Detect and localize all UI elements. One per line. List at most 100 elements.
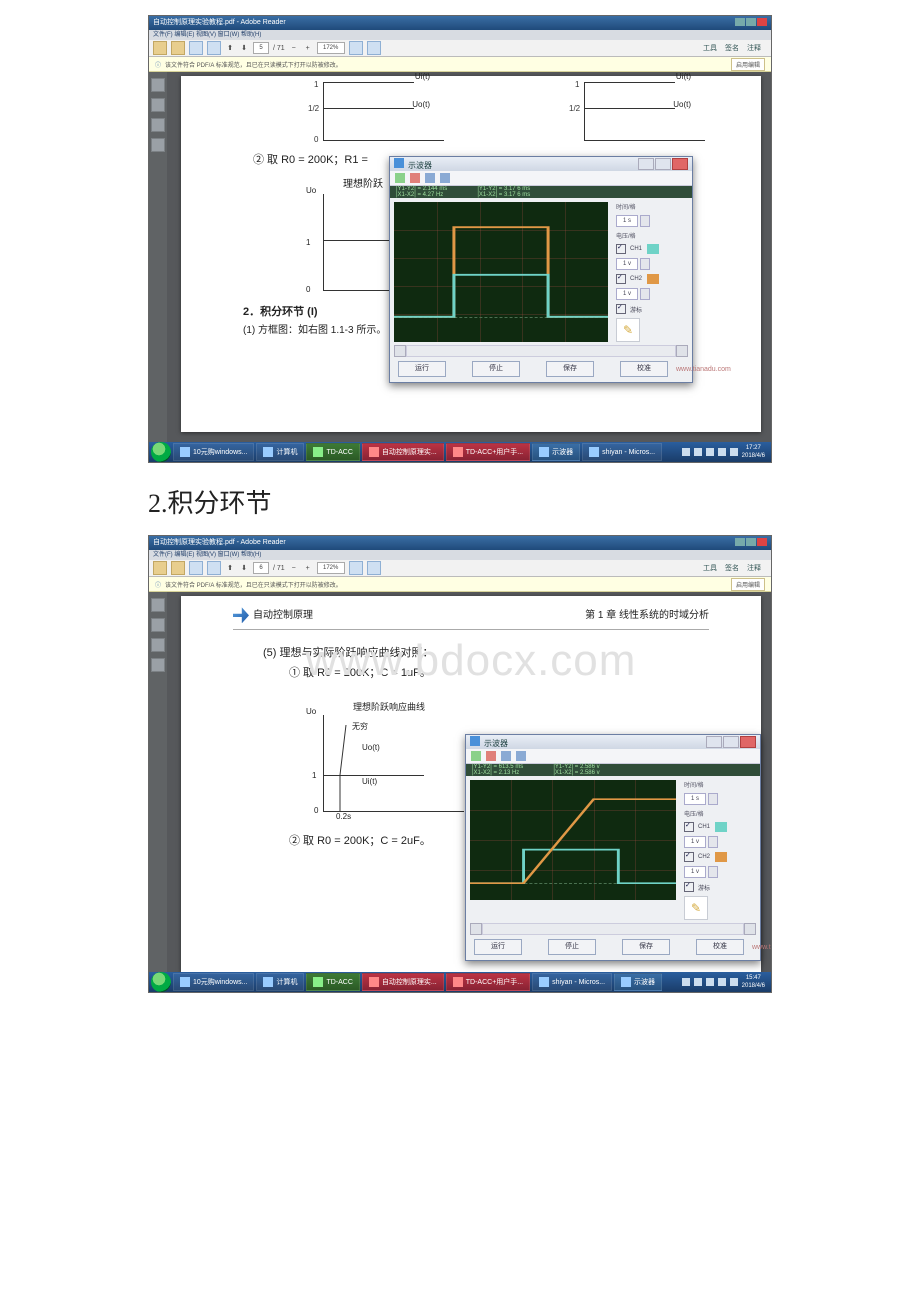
ch1-checkbox[interactable] [616,244,626,254]
scope-maximize-icon[interactable] [723,736,739,748]
cursor-checkbox[interactable] [684,882,694,892]
open-icon[interactable] [153,41,167,55]
scope-plot-area[interactable] [394,202,608,342]
bookmarks-icon[interactable] [151,98,165,112]
scope-h-scrollbar[interactable] [394,346,688,356]
ch2-color-swatch[interactable] [647,274,659,284]
scope-save-icon[interactable] [501,751,511,761]
scope-close-icon[interactable] [672,158,688,170]
close-icon[interactable] [757,18,767,26]
tool-icon-1[interactable] [349,561,363,575]
time-div-stepper[interactable] [708,793,718,805]
page-number-field[interactable]: 5 [253,42,269,54]
scope-run-button[interactable]: 运行 [398,361,446,377]
menu-items[interactable]: 文件(F) 编辑(E) 视图(V) 窗口(W) 帮助(H) [153,552,261,558]
clock[interactable]: 17:27 2018/4/6 [742,444,765,460]
scope-plot-area[interactable] [470,780,676,900]
ch2-checkbox[interactable] [616,274,626,284]
nav-rail[interactable] [149,72,167,442]
scope-titlebar[interactable]: 示波器 [466,735,760,749]
tray-icon[interactable] [694,978,702,986]
bookmarks-icon[interactable] [151,618,165,632]
tab-tools[interactable]: 工具 [703,43,717,53]
tray-icon[interactable] [730,448,738,456]
close-icon[interactable] [757,538,767,546]
email-icon[interactable] [189,41,203,55]
ch2-volt-stepper[interactable] [708,866,718,878]
tab-sign[interactable]: 签名 [725,43,739,53]
export-icon[interactable] [171,561,185,575]
tool-icon-2[interactable] [367,41,381,55]
open-icon[interactable] [153,561,167,575]
oscilloscope-dialog-2[interactable]: 示波器 |Y1-Y2| = 613.5 ms |X1-X2| = 2.13 Hz [465,734,761,961]
menu-bar[interactable]: 文件(F) 编辑(E) 视图(V) 窗口(W) 帮助(H) [149,550,771,560]
taskbar[interactable]: 10元购windows... 计算机 TD-ACC 自动控制原理实... TD-… [149,442,771,462]
reader-toolbar[interactable]: ⬆ ⬇ 6 / 71 − + 172% 工具 签名 注释 [149,560,771,577]
zoom-in-icon[interactable]: + [303,565,313,572]
nav-rail[interactable] [149,592,167,972]
system-tray[interactable]: 17:27 2018/4/6 [682,444,769,460]
maximize-icon[interactable] [746,18,756,26]
scope-save-icon[interactable] [425,173,435,183]
scope-link[interactable]: www.tianadu.com [752,944,771,951]
ch1-volt-value[interactable]: 1 v [616,258,638,270]
ch2-volt-stepper[interactable] [640,288,650,300]
window-titlebar[interactable]: 自动控制原理实验教程.pdf - Adobe Reader [149,536,771,550]
tool-icon-2[interactable] [367,561,381,575]
signatures-icon[interactable] [151,138,165,152]
ch2-volt-value[interactable]: 1 v [616,288,638,300]
ch2-checkbox[interactable] [684,852,694,862]
tool-icon-1[interactable] [349,41,363,55]
oscilloscope-dialog[interactable]: 示波器 |Y1-Y2| = 2.144 ms |X1-X2| = 4.27 Hz [389,156,693,383]
zoom-out-icon[interactable]: − [289,565,299,572]
scope-toolbar[interactable] [390,171,692,186]
scope-save-button[interactable]: 保存 [622,939,670,955]
draw-tool-button[interactable] [616,318,640,342]
cursor-checkbox[interactable] [616,304,626,314]
tab-comment[interactable]: 注释 [747,43,761,53]
start-button[interactable] [151,442,171,462]
scope-cal-button[interactable]: 校准 [620,361,668,377]
system-tray[interactable]: 15:47 2018/4/6 [682,974,769,990]
scope-run-icon[interactable] [471,751,481,761]
window-titlebar[interactable]: 自动控制原理实验教程.pdf - Adobe Reader [149,16,771,30]
tray-icon[interactable] [694,448,702,456]
minimize-icon[interactable] [735,538,745,546]
scope-save-button[interactable]: 保存 [546,361,594,377]
scope-stop-icon[interactable] [410,173,420,183]
scope-minimize-icon[interactable] [706,736,722,748]
thumbnails-icon[interactable] [151,78,165,92]
scope-run-icon[interactable] [395,173,405,183]
ch1-volt-stepper[interactable] [640,258,650,270]
taskbar[interactable]: 10元购windows... 计算机 TD-ACC 自动控制原理实... TD-… [149,972,771,992]
zoom-field[interactable]: 172% [317,562,345,574]
thumbnails-icon[interactable] [151,598,165,612]
tab-sign[interactable]: 签名 [725,563,739,573]
document-viewport[interactable]: Ui(t) Uo(t) 1 1/2 0 Ui(t) Uo(t) 1 1/2 [149,72,771,442]
window-controls[interactable] [735,16,767,30]
scope-side-panel[interactable]: 时间/格 1 s 电压/格 CH1 1 v CH2 1 v 游标 [612,198,692,346]
ch1-checkbox[interactable] [684,822,694,832]
tab-comment[interactable]: 注释 [747,563,761,573]
page-down-icon[interactable]: ⬇ [239,564,249,572]
reader-toolbar[interactable]: ⬆ ⬇ 5 / 71 − + 172% 工具 签名 注释 [149,40,771,57]
maximize-icon[interactable] [746,538,756,546]
attachments-icon[interactable] [151,118,165,132]
scope-stop-button[interactable]: 停止 [472,361,520,377]
tray-icon[interactable] [706,978,714,986]
scope-cal-button[interactable]: 校准 [696,939,744,955]
ch1-volt-stepper[interactable] [708,836,718,848]
scope-maximize-icon[interactable] [655,158,671,170]
page-up-icon[interactable]: ⬆ [225,44,235,52]
page-number-field[interactable]: 6 [253,562,269,574]
print-icon[interactable] [207,561,221,575]
scope-open-icon[interactable] [440,173,450,183]
scope-open-icon[interactable] [516,751,526,761]
draw-tool-button[interactable] [684,896,708,920]
tray-icon[interactable] [718,978,726,986]
time-div-value[interactable]: 1 s [616,215,638,227]
document-viewport[interactable]: www.bdocx.com 自动控制原理 第 1 章 线性系统的时域分析 (5)… [149,592,771,972]
zoom-in-icon[interactable]: + [303,45,313,52]
start-button[interactable] [151,972,171,992]
scope-stop-button[interactable]: 停止 [548,939,596,955]
